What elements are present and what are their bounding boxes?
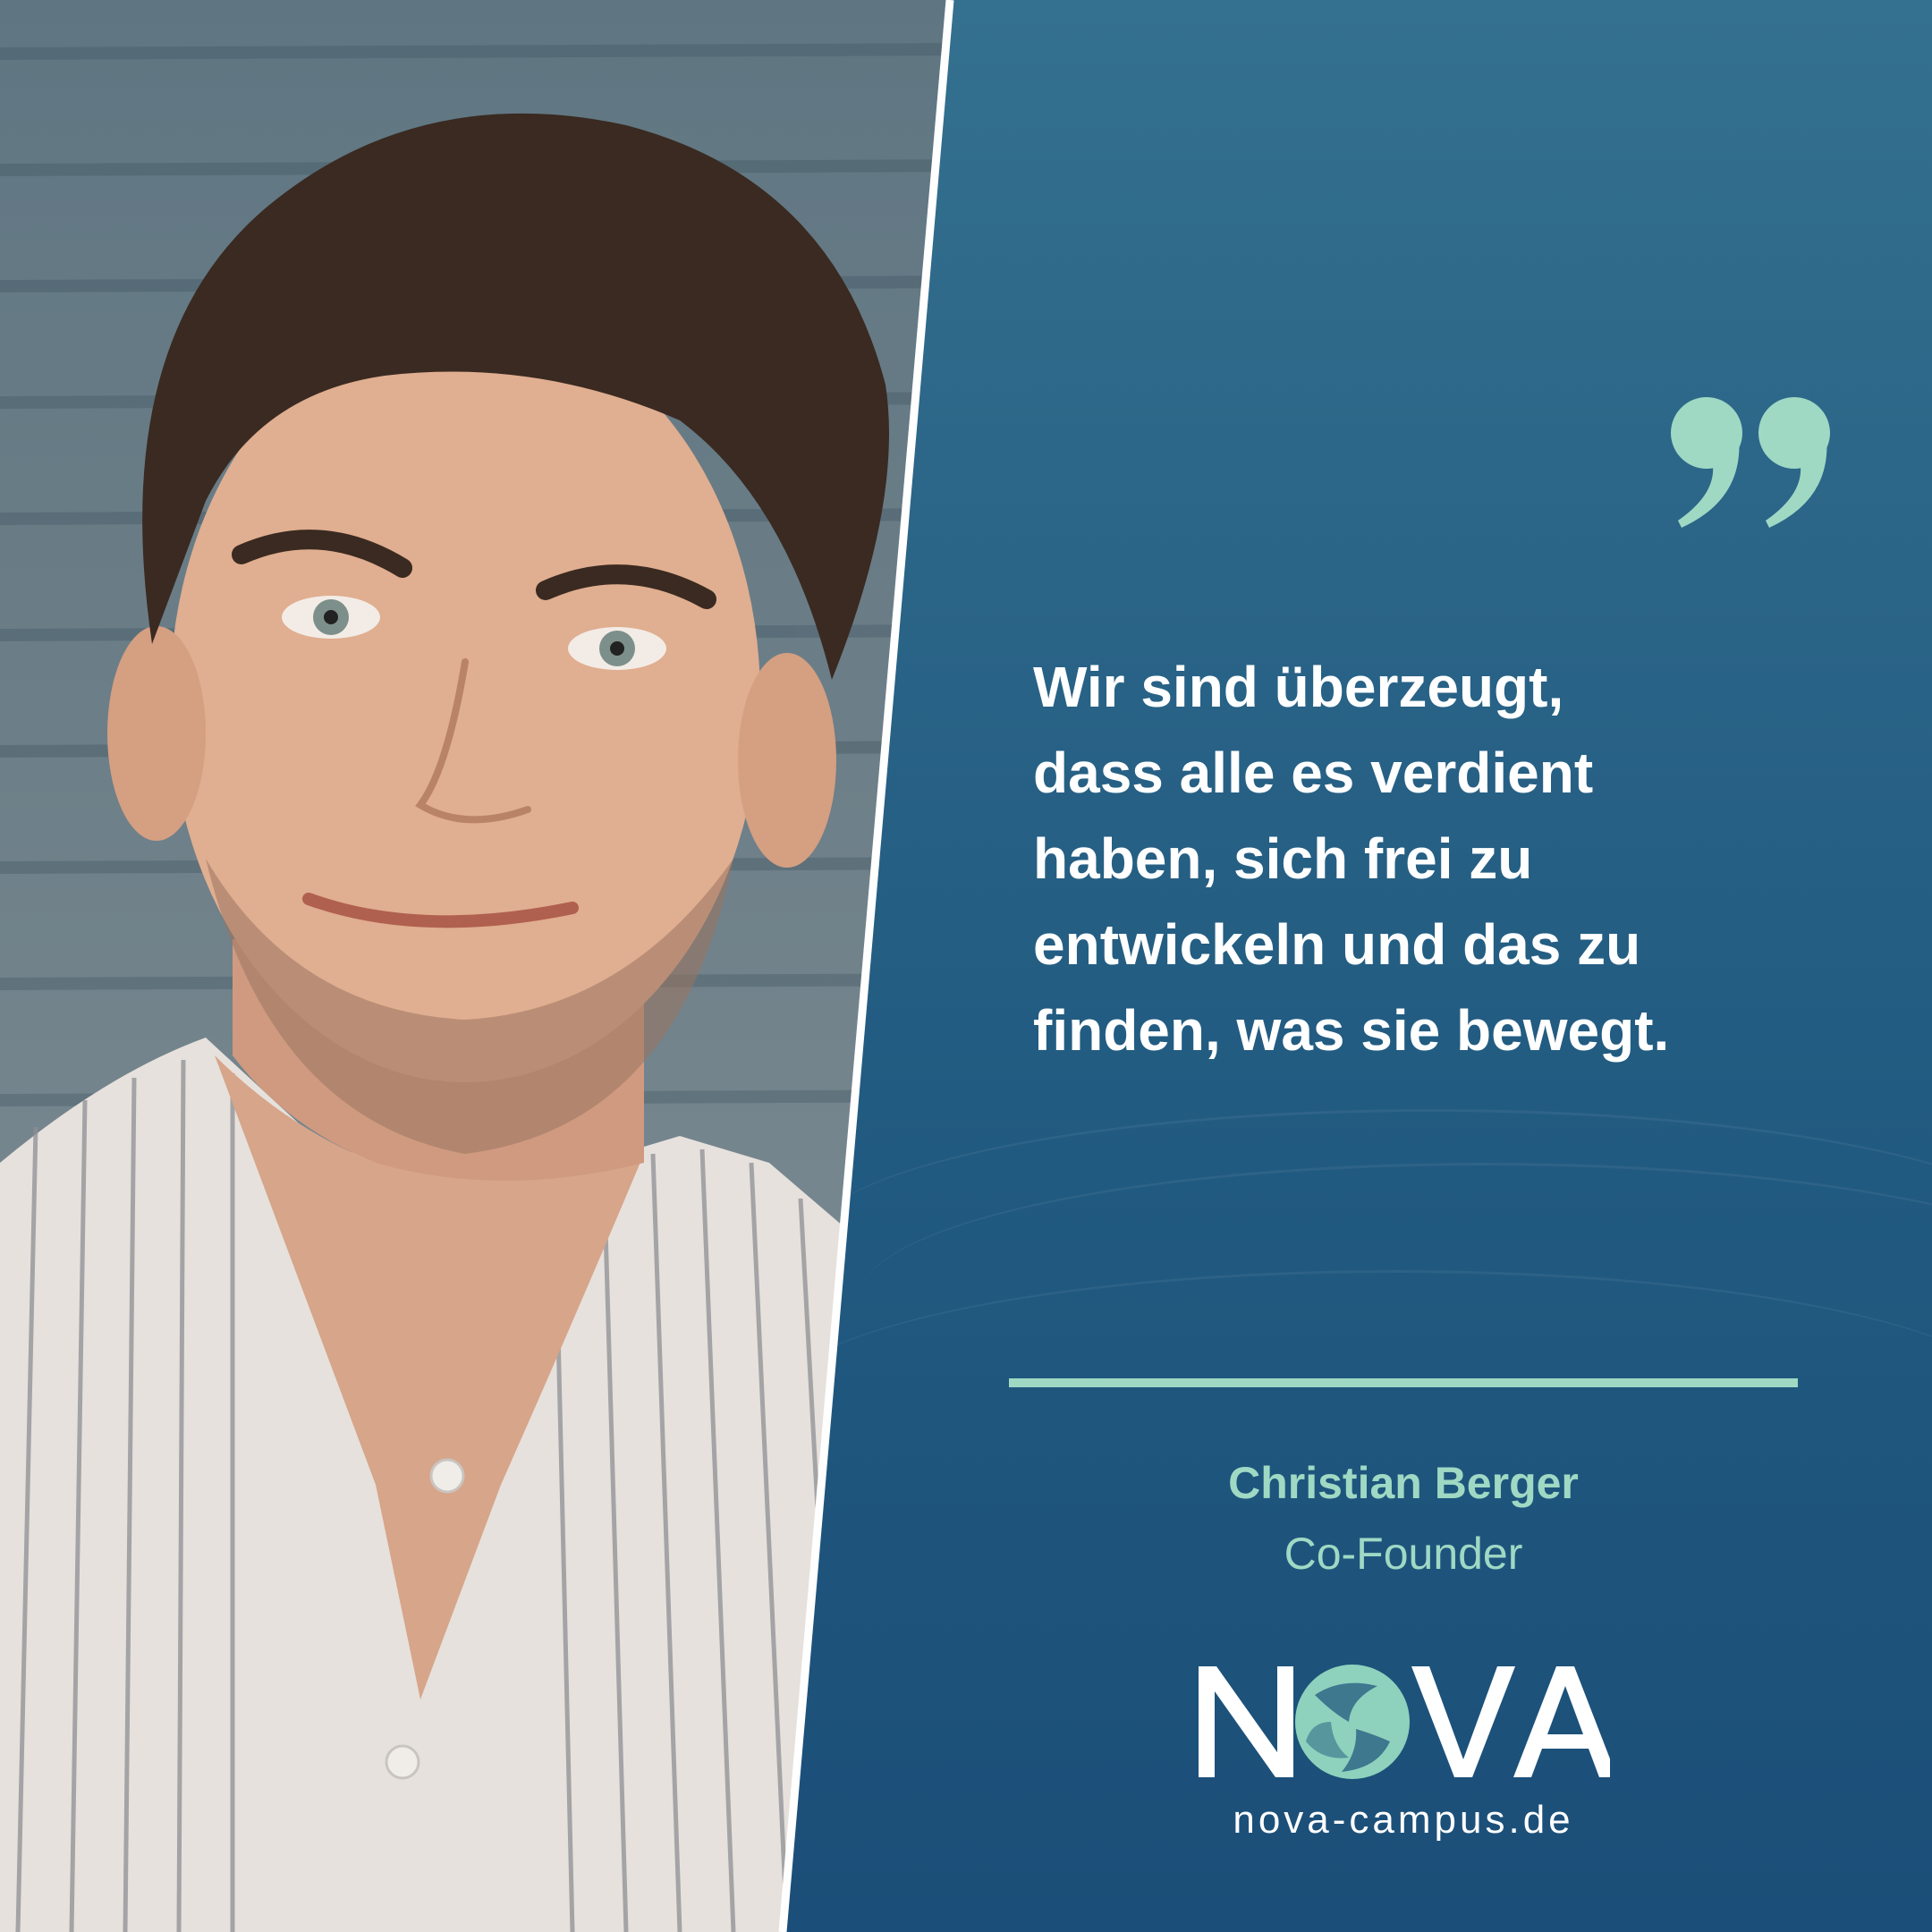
quote-text: Wir sind überzeugt, dass alle es verdien… xyxy=(1033,644,1838,1073)
testimonial-card: Wir sind überzeugt, dass alle es verdien… xyxy=(0,0,1932,1932)
quote-line: entwickeln und das zu xyxy=(1033,912,1641,977)
author-role: Co-Founder xyxy=(1284,1529,1523,1579)
nova-logo xyxy=(1199,1665,1610,1779)
author-name: Christian Berger xyxy=(1228,1458,1579,1508)
quote-line: haben, sich frei zu xyxy=(1033,826,1533,891)
quote-line: finden, was sie bewegt. xyxy=(1033,998,1670,1063)
separator-line xyxy=(1009,1378,1798,1387)
quote-line: Wir sind überzeugt, xyxy=(1033,655,1564,719)
closing-quote-icon xyxy=(1671,397,1830,528)
quote-line: dass alle es verdient xyxy=(1033,741,1594,805)
website-url[interactable]: nova-campus.de xyxy=(1009,1793,1798,1847)
